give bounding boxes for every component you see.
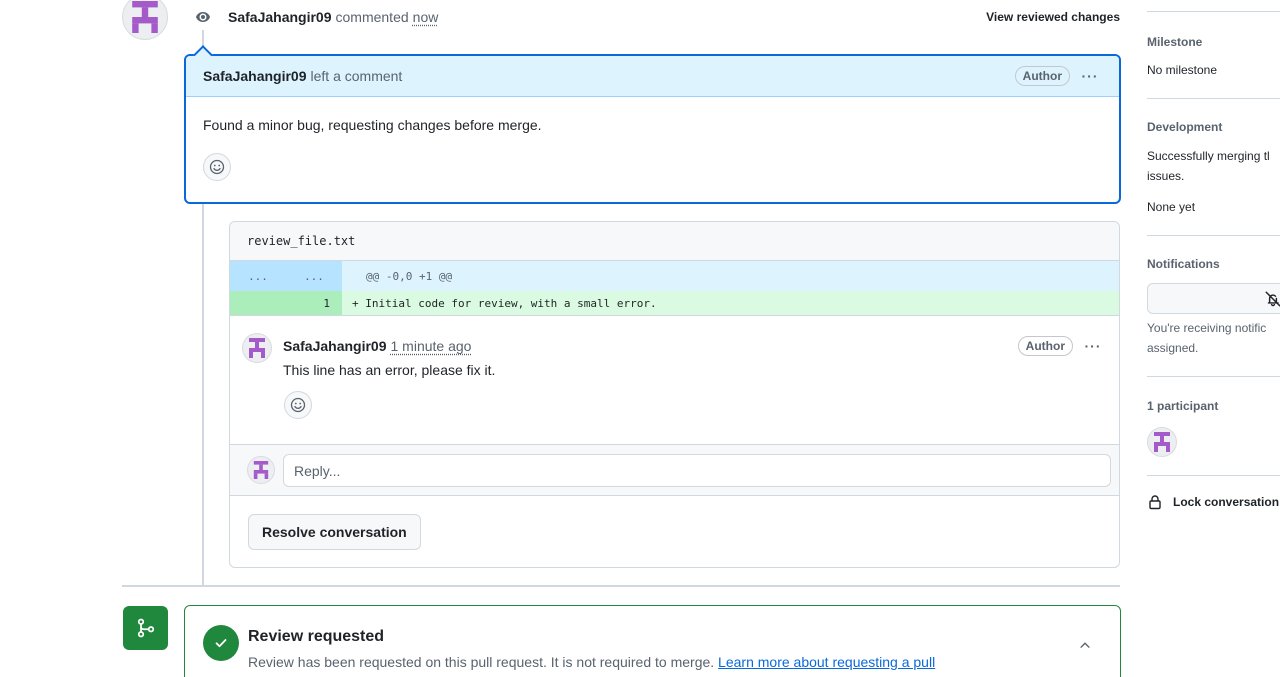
review-requested-description: Review has been requested on this pull r… (248, 654, 935, 670)
thread-comment-author[interactable]: SafaJahangir09 (283, 338, 387, 354)
event-time[interactable]: now (413, 9, 439, 25)
bell-slash-icon (1265, 291, 1280, 307)
lock-conversation-button[interactable]: Lock conversation (1147, 494, 1279, 510)
line-right-num[interactable]: 1 (286, 297, 342, 310)
avatar (247, 456, 275, 484)
review-action: left a comment (310, 68, 403, 84)
view-reviewed-changes-link[interactable]: View reviewed changes (986, 10, 1120, 24)
chevron-up-icon[interactable] (1078, 638, 1092, 655)
resolve-conversation-button[interactable]: Resolve conversation (248, 514, 421, 550)
diff-file-block: review_file.txt ... ... @@ -0,0 +1 @@ 1 … (229, 221, 1120, 568)
participant-avatar[interactable] (1147, 427, 1177, 457)
hunk-left-num[interactable]: ... (230, 270, 286, 283)
review-comment-header: SafaJahangir09 left a comment Author ··· (186, 56, 1119, 97)
check-icon (203, 625, 239, 661)
notifications-text-line: You're receiving notific (1147, 321, 1267, 335)
diff-hunk-row: ... ... @@ -0,0 +1 @@ (230, 261, 1119, 291)
hunk-right-num[interactable]: ... (286, 270, 342, 283)
sidebar-divider (1147, 235, 1280, 236)
review-requested-title: Review requested (248, 628, 385, 645)
thread-comment-body: This line has an error, please fix it. (283, 362, 496, 378)
notifications-text: You're receiving notific assigned. (1147, 318, 1266, 358)
development-value: None yet (1147, 200, 1196, 214)
review-comment-body: Found a minor bug, requesting changes be… (203, 117, 542, 133)
participants-heading: 1 participant (1147, 399, 1219, 413)
review-author[interactable]: SafaJahangir09 (203, 68, 307, 84)
avatar[interactable] (122, 0, 168, 40)
author-badge: Author (1017, 336, 1073, 356)
diff-added-line: 1 + Initial code for review, with a smal… (230, 291, 1119, 315)
review-requested-text: Review has been requested on this pull r… (248, 654, 715, 670)
add-reaction-button[interactable] (284, 391, 312, 419)
reply-input[interactable] (283, 454, 1111, 487)
smiley-icon (209, 159, 225, 175)
notification-subscribe-button[interactable] (1147, 283, 1280, 314)
eye-icon (190, 4, 216, 30)
reply-row (230, 444, 1119, 496)
git-branch-icon (123, 606, 168, 650)
development-text-line: Successfully merging tl (1147, 149, 1270, 163)
hunk-header: @@ -0,0 +1 @@ (366, 269, 453, 283)
thread-comment: SafaJahangir09 1 minute ago Author ··· T… (230, 315, 1119, 444)
notifications-heading: Notifications (1147, 257, 1220, 271)
notifications-text-line: assigned. (1147, 341, 1199, 355)
review-comment: SafaJahangir09 left a comment Author ···… (184, 45, 1121, 204)
line-code: + Initial code for review, with a small … (352, 296, 657, 310)
development-text: Successfully merging tl issues. (1147, 146, 1270, 186)
file-name[interactable]: review_file.txt (230, 222, 1119, 261)
development-heading[interactable]: Development (1147, 120, 1222, 134)
author-badge: Author (1014, 66, 1070, 86)
milestone-value: No milestone (1147, 63, 1218, 77)
lock-conversation-label: Lock conversation (1173, 495, 1280, 509)
development-text-line: issues. (1147, 169, 1185, 183)
sidebar-divider (1147, 98, 1280, 99)
learn-more-link[interactable]: Learn more about requesting a pull (718, 654, 935, 670)
review-requested-panel: Review requested Review has been request… (184, 605, 1121, 677)
milestone-heading[interactable]: Milestone (1147, 35, 1202, 49)
sidebar-divider (1147, 376, 1280, 377)
timeline-separator (122, 585, 1120, 587)
more-options-icon[interactable]: ··· (1078, 68, 1102, 84)
event-action: commented (335, 9, 409, 25)
more-options-icon[interactable]: ··· (1081, 338, 1105, 354)
add-reaction-button[interactable] (203, 153, 231, 181)
event-author[interactable]: SafaJahangir09 (228, 9, 332, 25)
thread-comment-time[interactable]: 1 minute ago (391, 338, 472, 354)
lock-icon (1149, 495, 1161, 510)
smiley-icon (290, 397, 306, 413)
sidebar-divider (1147, 475, 1280, 476)
timeline-event-header: SafaJahangir09 commented now View review… (190, 4, 1120, 30)
sidebar-divider (1147, 11, 1280, 12)
avatar[interactable] (242, 333, 272, 363)
